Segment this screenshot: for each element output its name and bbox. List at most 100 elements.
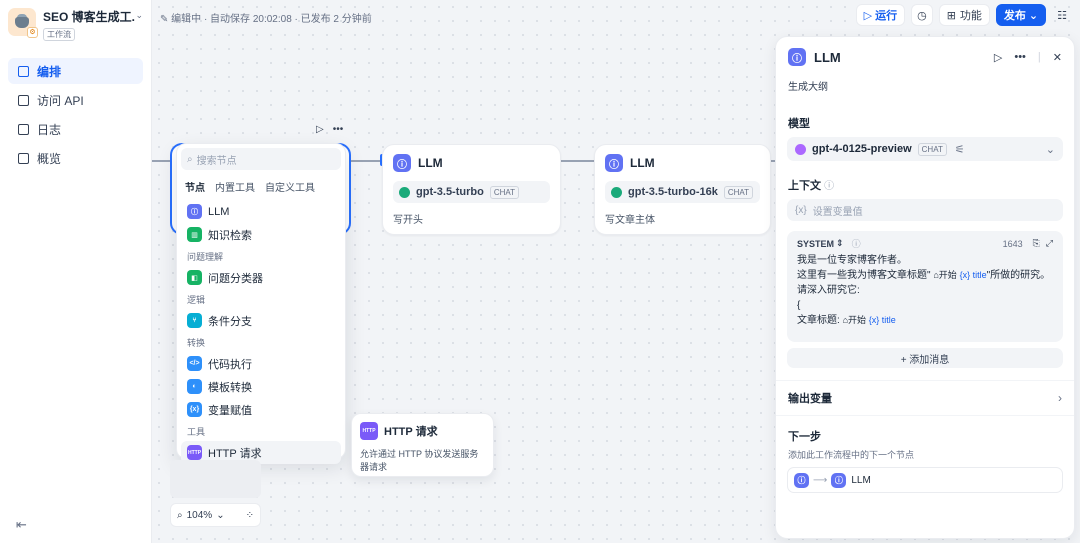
zoom-icon: ⌕ — [177, 509, 183, 521]
node-description-field[interactable]: 生成大纲 — [776, 66, 1074, 93]
sidebar-item-label: 日志 — [37, 122, 62, 137]
run-button[interactable]: ▷ 运行 — [855, 4, 906, 26]
chevron-down-icon[interactable]: ⌄ — [1046, 143, 1055, 156]
checklist-icon: ☷ — [1057, 9, 1067, 22]
output-label: 输出变量 — [788, 393, 832, 405]
template-icon: ◐ — [187, 379, 202, 394]
node-option-knowledge-retrieval[interactable]: ▥ 知识检索 — [181, 223, 341, 246]
settings-icon[interactable]: ⚟ — [955, 143, 965, 156]
llm-node[interactable]: ⓘ LLM gpt-3.5-turbo-16k CHAT 写文章主体 — [594, 144, 771, 235]
node-description: 写开头 — [393, 215, 423, 226]
expand-icon[interactable]: ⤢ — [1046, 238, 1053, 249]
app-type-badge: 工作流 — [43, 28, 75, 41]
chevron-updown-icon[interactable]: ⇕ — [836, 238, 844, 249]
next-step-desc: 添加此工作流程中的下一个节点 — [788, 450, 915, 460]
tab-nodes[interactable]: 节点 — [185, 179, 205, 194]
chevron-down-icon[interactable]: ⌄ — [216, 510, 224, 521]
node-option-template[interactable]: ◐ 模板转换 — [181, 375, 341, 398]
grid-icon: ⊞ — [946, 9, 956, 22]
app-header[interactable]: ⚙ SEO 博客生成工... 工作流 ⌄ — [0, 0, 151, 44]
category-label: 工具 — [187, 427, 206, 437]
sidebar-item-logs[interactable]: 日志 — [8, 116, 143, 142]
node-option-if-else[interactable]: ⑂ 条件分支 — [181, 309, 341, 332]
connector-line: ⟶ — [813, 474, 828, 486]
edge — [561, 160, 594, 162]
sidebar-item-orchestrate[interactable]: 编排 — [8, 58, 143, 84]
openai-icon — [399, 186, 410, 198]
tab-builtin-tools[interactable]: 内置工具 — [215, 179, 255, 194]
llm-icon: ⓘ — [187, 204, 202, 219]
prompt-line: 我是一位专家博客作者。 — [797, 255, 907, 266]
sidebar-item-overview[interactable]: 概览 — [8, 145, 143, 171]
chevron-down-icon[interactable]: ⌄ — [135, 10, 143, 21]
history-button[interactable]: ◷ — [911, 4, 933, 26]
next-step-box[interactable]: ⓘ ⟶ ⓘ LLM — [787, 467, 1063, 493]
prompt-line: 这里有一些我为博客文章标题" ⌂开始 {x} title"所做的研究。 — [797, 270, 1051, 281]
llm-node[interactable]: ⓘ LLM gpt-3.5-turbo CHAT 写开头 — [382, 144, 561, 235]
help-icon[interactable]: ⓘ — [824, 181, 834, 192]
http-icon: HTTP — [187, 445, 202, 460]
features-button[interactable]: ⊞ 功能 — [938, 4, 990, 26]
prompt-line: 请深入研究它: — [797, 285, 860, 296]
file-list-icon — [18, 123, 29, 135]
publish-button[interactable]: 发布 ⌄ — [995, 4, 1047, 26]
chevron-down-icon: ⌄ — [1028, 9, 1039, 22]
prompt-line: 文章标题: ⌂开始 {x} title — [797, 315, 896, 326]
close-icon[interactable]: ✕ — [1053, 51, 1062, 64]
book-icon: ▥ — [187, 227, 202, 242]
openai-icon — [611, 186, 622, 198]
zoom-control[interactable]: ⌕ 104% ⌄ ⁘ — [170, 503, 261, 527]
next-node-label: LLM — [851, 474, 871, 486]
more-icon[interactable]: ••• — [329, 124, 347, 135]
minimap[interactable] — [170, 460, 261, 498]
mode-tag: CHAT — [917, 142, 947, 156]
prompt-role[interactable]: SYSTEM — [797, 239, 834, 249]
node-option-code[interactable]: </> 代码执行 — [181, 352, 341, 375]
node-config-panel: ⓘ LLM ▷ ••• | ✕ 生成大纲 模型 gpt-4-0125-previ… — [775, 36, 1075, 539]
history-icon: ◷ — [917, 9, 927, 22]
more-icon[interactable]: ••• — [1014, 51, 1026, 63]
node-option-question-classifier[interactable]: ◧ 问题分类器 — [181, 266, 341, 289]
divider: | — [1037, 51, 1041, 63]
next-step-label: 下一步 — [788, 431, 821, 443]
tab-custom-tools[interactable]: 自定义工具 — [265, 179, 315, 194]
mode-tag: CHAT — [723, 185, 754, 199]
sidebar-nav: 编排 访问 API 日志 概览 — [0, 58, 151, 171]
add-message-button[interactable]: + 添加消息 — [787, 348, 1063, 368]
token-count: 1643 — [1002, 238, 1023, 249]
llm-icon: ⓘ — [393, 154, 411, 172]
edge — [152, 160, 172, 162]
context-label: 上下文 ⓘ — [788, 180, 835, 192]
node-search-input[interactable]: ⌕ 搜索节点 — [181, 148, 341, 170]
play-icon[interactable]: ▷ — [316, 124, 324, 135]
play-icon: ▷ — [863, 9, 873, 22]
llm-icon: ⓘ — [794, 472, 809, 488]
tooltip-description: 允许通过 HTTP 协议发送服务器请求 — [360, 449, 479, 472]
sidebar-item-label: 编排 — [37, 64, 62, 79]
openai-icon — [795, 143, 806, 155]
node-option-variable-assigner[interactable]: {x} 变量赋值 — [181, 398, 341, 421]
model-select[interactable]: gpt-4-0125-preview CHAT ⚟ ⌄ — [787, 137, 1063, 161]
edge — [351, 160, 382, 162]
context-variable-input[interactable]: {x} 设置变量值 — [787, 199, 1063, 221]
sidebar-item-label: 概览 — [37, 151, 62, 166]
search-icon: ⌕ — [187, 153, 193, 165]
play-icon[interactable]: ▷ — [994, 51, 1002, 64]
node-toolbar: ▷ ••• — [316, 124, 347, 135]
save-status: ✎ 编辑中 · 自动保存 20:02:08 · 已发布 2 分钟前 — [160, 14, 372, 25]
panel-title: LLM — [814, 49, 841, 65]
copy-icon[interactable]: ⎘ — [1033, 238, 1040, 249]
organize-icon[interactable]: ⁘ — [246, 510, 254, 521]
checklist-button[interactable]: ☷ — [1052, 4, 1072, 26]
help-icon[interactable]: ⓘ — [852, 237, 861, 250]
top-actions: ▷ 运行 ◷ ⊞ 功能 发布 ⌄ ☷ — [850, 4, 1072, 26]
sidebar: ⚙ SEO 博客生成工... 工作流 ⌄ 编排 访问 API 日志 概览 ⇤ — [0, 0, 152, 543]
http-icon: HTTP — [360, 422, 378, 440]
node-option-llm[interactable]: ⓘ LLM — [181, 200, 341, 223]
output-variables-row[interactable]: 输出变量 › — [776, 381, 1074, 415]
collapse-sidebar-icon[interactable]: ⇤ — [16, 517, 27, 533]
sidebar-item-api[interactable]: 访问 API — [8, 87, 143, 113]
system-prompt-editor[interactable]: SYSTEM ⇕ ⓘ 1643 ⎘ ⤢ 我是一位专家博客作者。 这里有一些我为博… — [787, 231, 1063, 342]
model-label: 模型 — [788, 118, 810, 130]
add-node-popup: ⌕ 搜索节点 节点 内置工具 自定义工具 ⓘ LLM ▥ 知识检索 问题理解 ◧… — [176, 143, 346, 464]
